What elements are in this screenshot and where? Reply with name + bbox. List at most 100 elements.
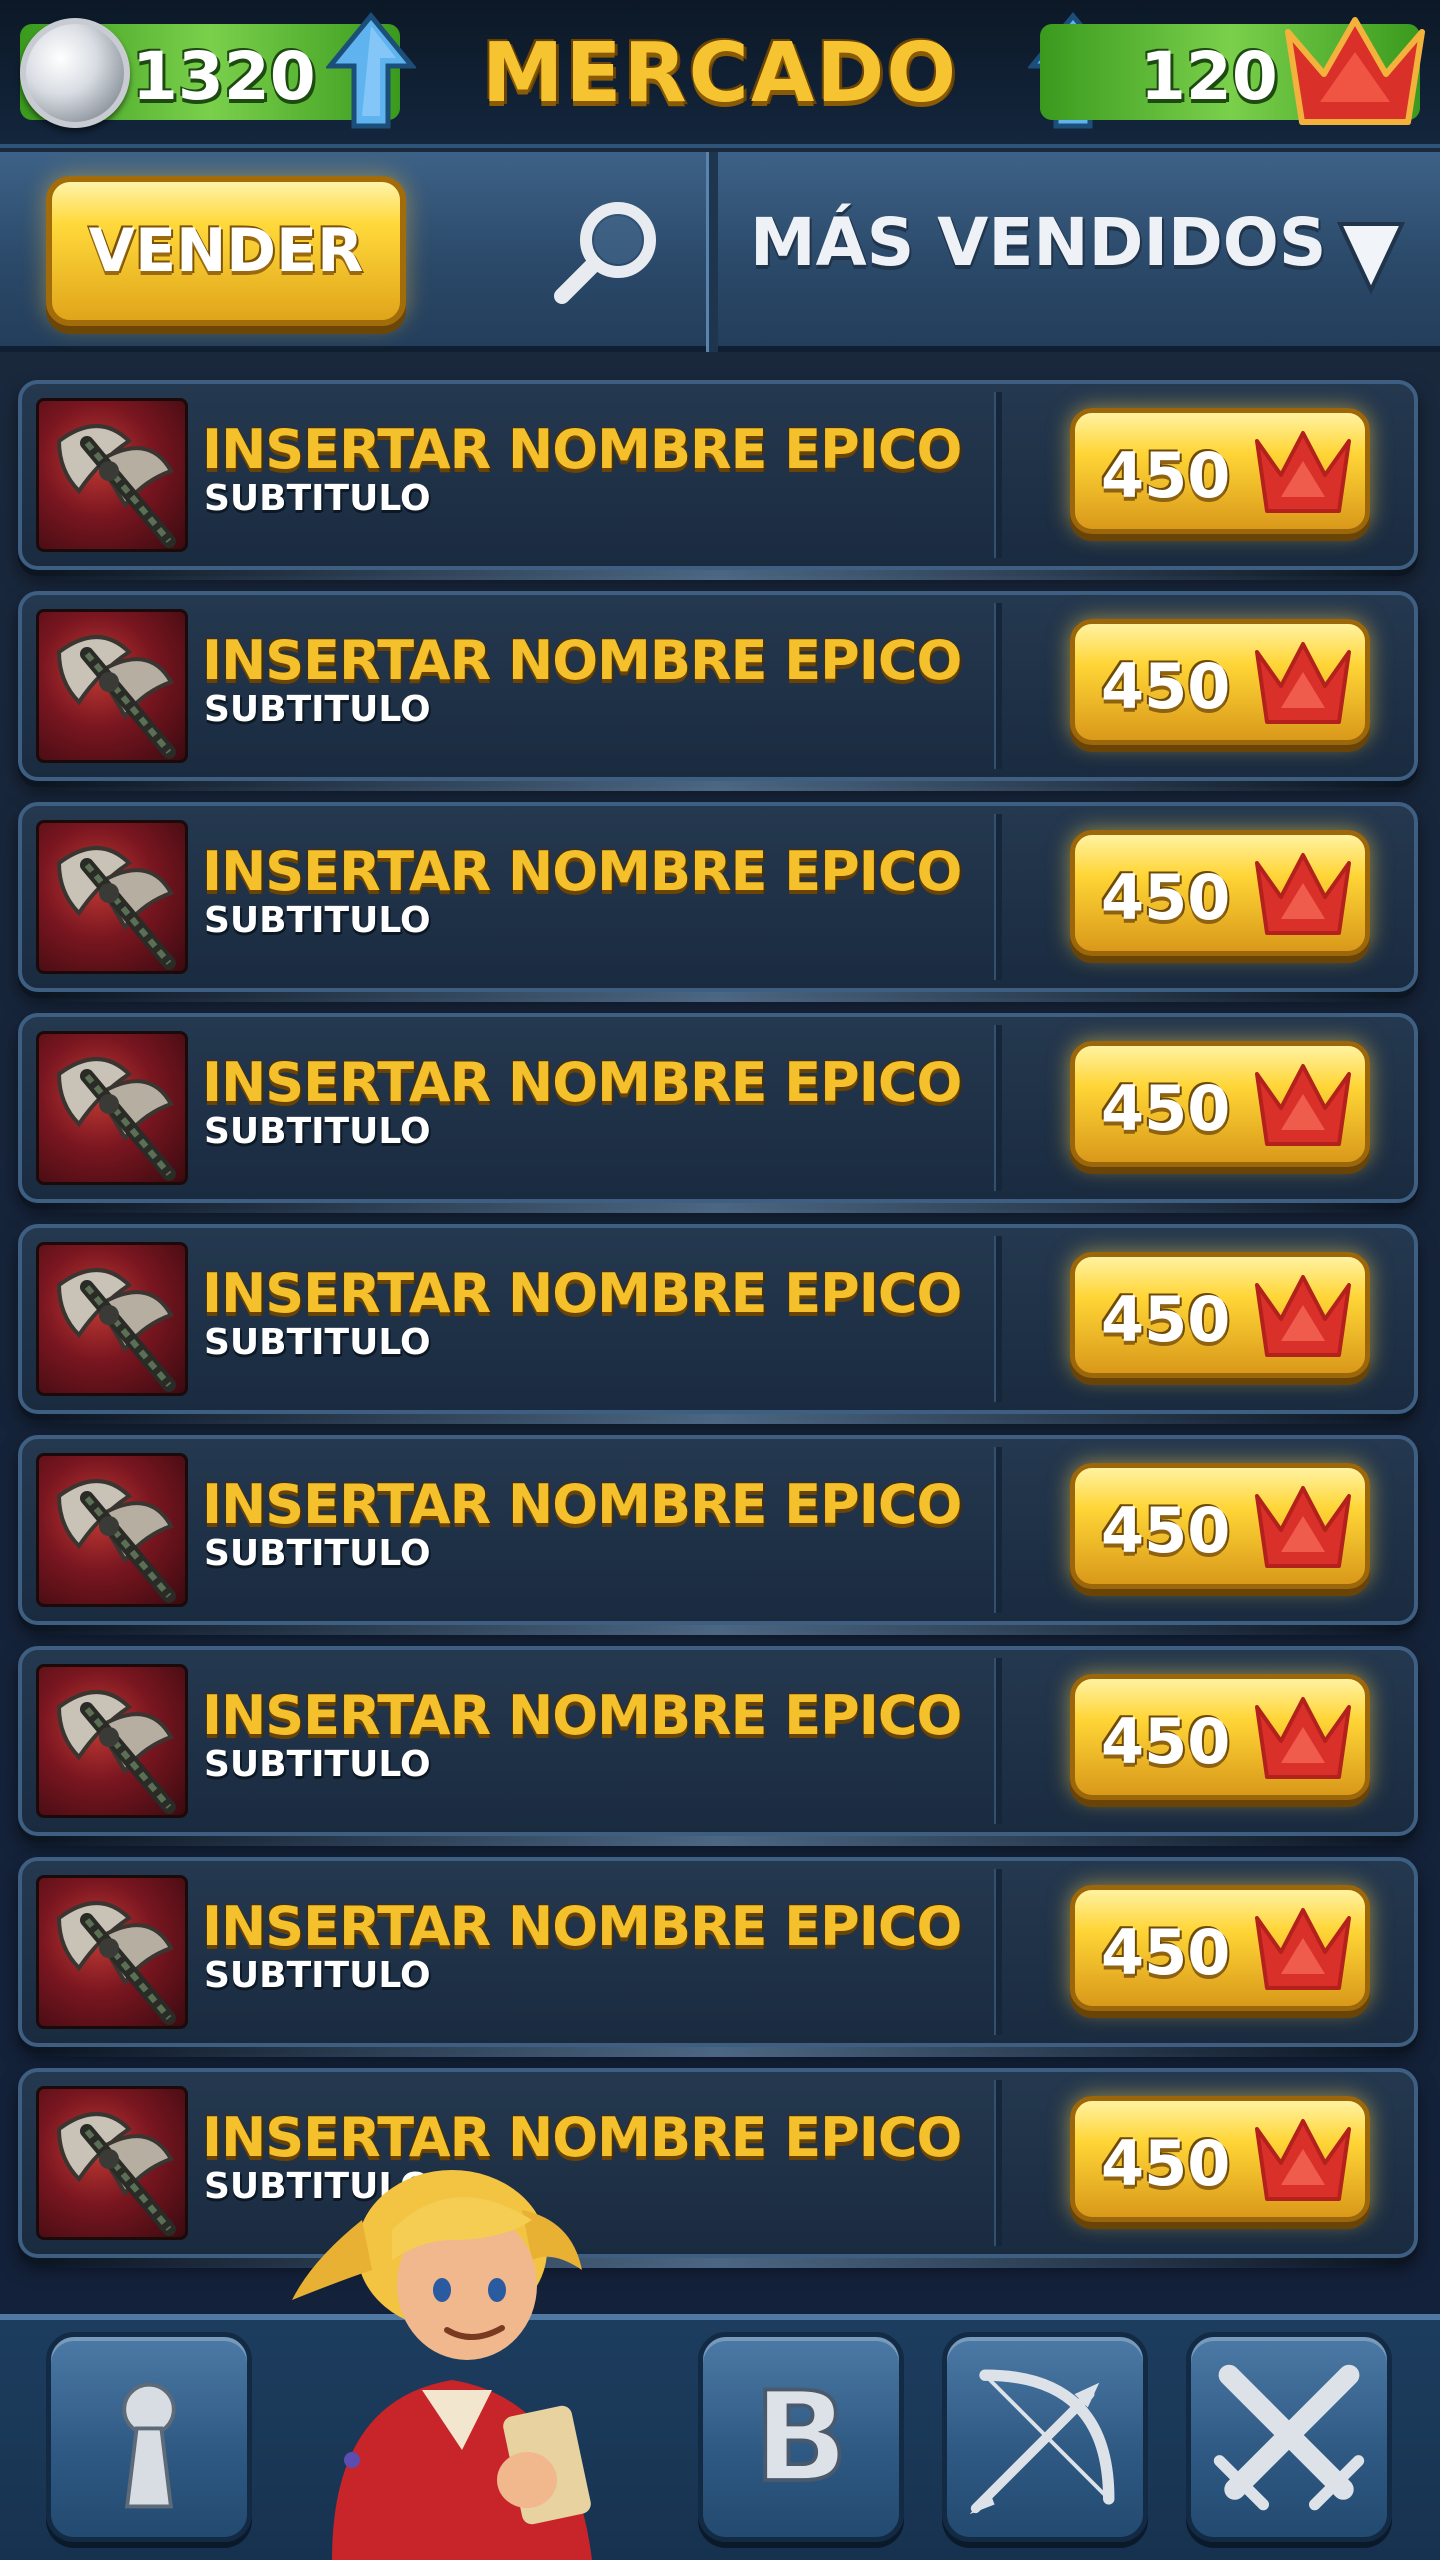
- list-item[interactable]: INSERTAR NOMBRE EPICO SUBTITULO 450: [18, 1646, 1418, 1846]
- buy-button[interactable]: 450: [1070, 408, 1370, 534]
- crown-icon: [1255, 431, 1351, 513]
- nav-button-b[interactable]: B: [698, 2332, 904, 2542]
- list-item[interactable]: INSERTAR NOMBRE EPICO SUBTITULO 450: [18, 1013, 1418, 1213]
- item-name: INSERTAR NOMBRE EPICO: [202, 1262, 962, 1325]
- item-subtitle: SUBTITULO: [204, 1322, 431, 1363]
- buy-button[interactable]: 450: [1070, 1674, 1370, 1800]
- buy-button[interactable]: 450: [1070, 1041, 1370, 1167]
- row-divider: [994, 1869, 1002, 2035]
- crown-icon: [1255, 1697, 1351, 1779]
- item-name: INSERTAR NOMBRE EPICO: [202, 840, 962, 903]
- top-bar: 1320 MERCADO 120: [0, 0, 1440, 148]
- crown-icon: [1255, 1908, 1351, 1990]
- axe-item-icon: [36, 398, 188, 552]
- axe-item-icon: [36, 1242, 188, 1396]
- price-value: 450: [1101, 1283, 1231, 1356]
- b-letter-icon: B: [752, 2364, 850, 2512]
- list-item[interactable]: INSERTAR NOMBRE EPICO SUBTITULO 450: [18, 591, 1418, 791]
- price-value: 450: [1101, 439, 1231, 512]
- list-item[interactable]: INSERTAR NOMBRE EPICO SUBTITULO 450: [18, 1435, 1418, 1635]
- row-divider: [994, 1236, 1002, 1402]
- buy-button[interactable]: 450: [1070, 830, 1370, 956]
- chevron-down-icon[interactable]: [1336, 216, 1406, 296]
- b-letter-text: B: [754, 2366, 848, 2510]
- merchant-character: [292, 2170, 592, 2560]
- nav-button-melee[interactable]: [1186, 2332, 1392, 2542]
- item-name: INSERTAR NOMBRE EPICO: [202, 1684, 962, 1747]
- crown-icon: [1255, 642, 1351, 724]
- row-divider: [994, 1447, 1002, 1613]
- buy-button[interactable]: 450: [1070, 2096, 1370, 2222]
- list-item[interactable]: INSERTAR NOMBRE EPICO SUBTITULO 450: [18, 1857, 1418, 2057]
- item-name: INSERTAR NOMBRE EPICO: [202, 1051, 962, 1114]
- row-glow: [42, 570, 1394, 580]
- item-subtitle: SUBTITULO: [204, 1111, 431, 1152]
- item-subtitle: SUBTITULO: [204, 1533, 431, 1574]
- crown-icon: [1285, 17, 1425, 125]
- toolbar-divider: [706, 152, 718, 352]
- row-glow: [42, 992, 1394, 1002]
- row-divider: [994, 1658, 1002, 1824]
- nav-button-lock[interactable]: [46, 2332, 252, 2542]
- crown-icon: [1255, 853, 1351, 935]
- silver-coin-icon: [20, 18, 130, 128]
- row-glow: [42, 1414, 1394, 1424]
- arrow-up-icon[interactable]: [326, 12, 416, 130]
- item-subtitle: SUBTITULO: [204, 689, 431, 730]
- price-value: 450: [1101, 861, 1231, 934]
- sort-dropdown[interactable]: MÁS VENDIDOS: [750, 204, 1326, 281]
- item-name: INSERTAR NOMBRE EPICO: [202, 1473, 962, 1536]
- axe-item-icon: [36, 1875, 188, 2029]
- crown-amount: 120: [1140, 38, 1278, 115]
- axe-item-icon: [36, 609, 188, 763]
- axe-item-icon: [36, 2086, 188, 2240]
- item-name: INSERTAR NOMBRE EPICO: [202, 1895, 962, 1958]
- buy-button[interactable]: 450: [1070, 1252, 1370, 1378]
- price-value: 450: [1101, 1705, 1231, 1778]
- market-toolbar: VENDER MÁS VENDIDOS: [0, 152, 1440, 352]
- price-value: 450: [1101, 1494, 1231, 1567]
- row-glow: [42, 2258, 1394, 2268]
- list-item[interactable]: INSERTAR NOMBRE EPICO SUBTITULO 450: [18, 2068, 1418, 2268]
- sell-button[interactable]: VENDER: [46, 176, 406, 326]
- row-glow: [42, 1625, 1394, 1635]
- buy-button[interactable]: 450: [1070, 1463, 1370, 1589]
- row-divider: [994, 392, 1002, 558]
- price-value: 450: [1101, 1072, 1231, 1145]
- row-divider: [994, 2080, 1002, 2246]
- buy-button[interactable]: 450: [1070, 619, 1370, 745]
- row-divider: [994, 814, 1002, 980]
- item-name: INSERTAR NOMBRE EPICO: [202, 418, 962, 481]
- item-subtitle: SUBTITULO: [204, 478, 431, 519]
- price-value: 450: [1101, 1916, 1231, 1989]
- price-value: 450: [1101, 650, 1231, 723]
- list-item[interactable]: INSERTAR NOMBRE EPICO SUBTITULO 450: [18, 380, 1418, 580]
- crown-icon: [1255, 2119, 1351, 2201]
- buy-button[interactable]: 450: [1070, 1885, 1370, 2011]
- nav-button-ranged[interactable]: [942, 2332, 1148, 2542]
- axe-item-icon: [36, 1453, 188, 1607]
- axe-item-icon: [36, 1664, 188, 1818]
- list-item[interactable]: INSERTAR NOMBRE EPICO SUBTITULO 450: [18, 1224, 1418, 1424]
- search-icon[interactable]: [548, 192, 668, 312]
- page-title: MERCADO: [481, 26, 959, 121]
- item-subtitle: SUBTITULO: [204, 1744, 431, 1785]
- row-glow: [42, 1203, 1394, 1213]
- row-divider: [994, 603, 1002, 769]
- axe-item-icon: [36, 820, 188, 974]
- row-divider: [994, 1025, 1002, 1191]
- price-value: 450: [1101, 2127, 1231, 2200]
- row-glow: [42, 1836, 1394, 1846]
- item-subtitle: SUBTITULO: [204, 900, 431, 941]
- bow-arrow-icon: [969, 2369, 1115, 2515]
- coin-amount: 1320: [132, 38, 316, 115]
- row-glow: [42, 781, 1394, 791]
- crown-icon: [1255, 1275, 1351, 1357]
- item-subtitle: SUBTITULO: [204, 1955, 431, 1996]
- crown-icon: [1255, 1064, 1351, 1146]
- crossed-swords-icon: [1213, 2364, 1365, 2511]
- item-name: INSERTAR NOMBRE EPICO: [202, 629, 962, 692]
- list-item[interactable]: INSERTAR NOMBRE EPICO SUBTITULO 450: [18, 802, 1418, 1002]
- row-glow: [42, 2047, 1394, 2057]
- keyhole-icon: [122, 2382, 176, 2509]
